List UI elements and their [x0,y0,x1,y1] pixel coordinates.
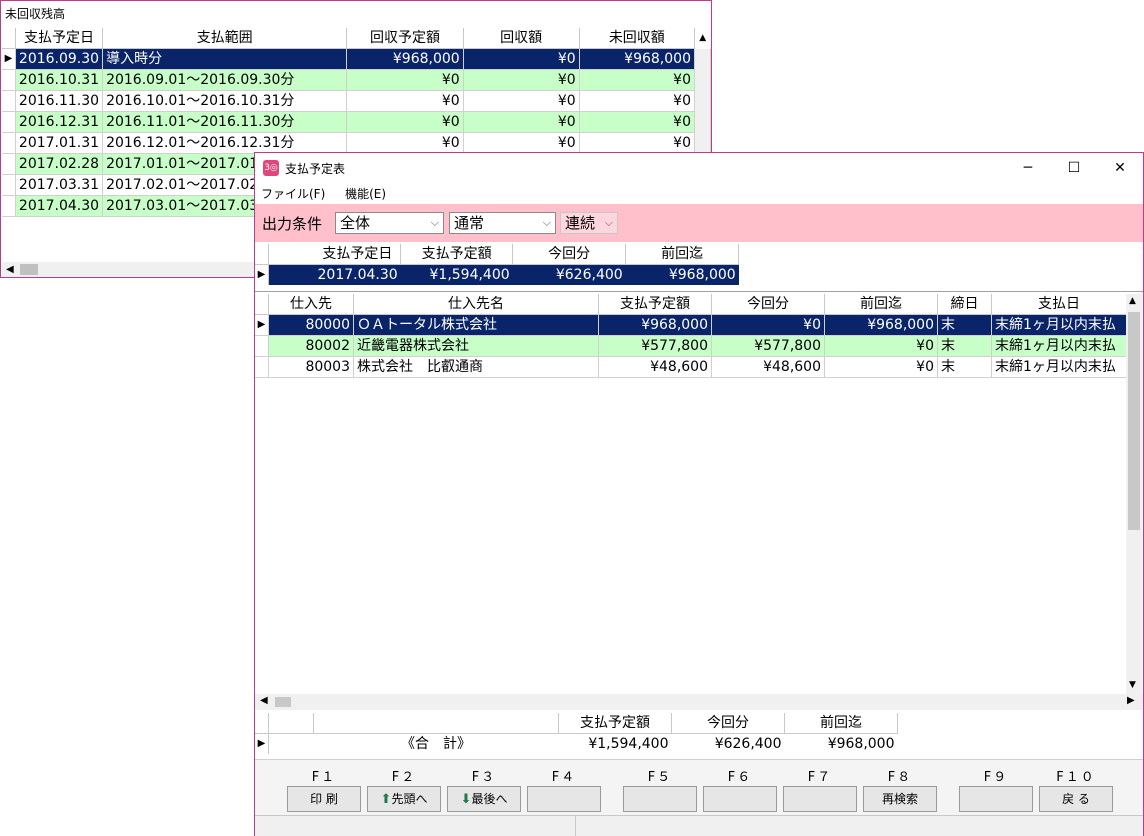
summary-grid: 支払予定日 支払予定額 今回分 前回迄 ▶ 2017.04.30 ¥1,594,… [255,244,740,285]
col-header: 支払予定額 [400,244,514,265]
col-header[interactable]: 締日 [937,294,992,315]
col-header: 今回分 [671,713,785,734]
scroll-thumb[interactable] [20,264,38,275]
payment-schedule-window: 3◎ 支払予定表 ─ ☐ ✕ ファイル(F) 機能(E) 出力条件 全体 ⌵ 通常… [254,152,1144,836]
chevron-down-icon: ⌵ [604,216,613,229]
function-key-bar: F１ 印 刷 F２ ⬆先頭へ F３ ⬇最後へ F４ F５ F６ F７ F８ 再検… [255,759,1143,816]
chevron-down-icon: ⌵ [542,216,551,229]
divider [255,291,1143,292]
grid-header: 支払予定日 支払範囲 回収予定額 回収額 未回収額 ▲ [2,28,711,49]
table-row[interactable]: 80002 近畿電器株式会社 ¥577,800 ¥577,800 ¥0 末 末締… [255,335,1127,357]
table-row[interactable]: ▶ 2016.09.30 導入時分 ¥968,000 ¥0 ¥968,000 [2,48,712,217]
arrow-up-icon: ⬆ [380,792,392,807]
scope-select[interactable]: 全体 ⌵ [335,212,444,234]
research-button[interactable]: 再検索 [863,786,937,812]
print-button[interactable]: 印 刷 [287,786,361,812]
col-header: 前回迄 [625,244,740,265]
table-row[interactable]: 80003 株式会社 比叡通商 ¥48,600 ¥48,600 ¥0 末 末締1… [255,356,1127,378]
row-pointer-icon: ▶ [255,733,269,754]
condition-label: 出力条件 [262,215,323,233]
col-header: 前回迄 [784,713,898,734]
table-row[interactable]: ▶ 80000 ＯＡトータル株式会社 ¥968,000 ¥0 ¥968,000 … [255,314,1127,336]
scroll-left-icon[interactable]: ◀ [6,262,14,277]
f5-button[interactable] [623,786,697,812]
supplier-payment-grid: 仕入先 仕入先名 支払予定額 今回分 前回迄 締日 支払日 ▶ 80000 ＯＡ… [255,294,1127,378]
col-header[interactable]: 仕入先 [268,294,354,315]
col-header[interactable]: 未回収額 [579,28,695,49]
scroll-thumb[interactable] [1128,312,1140,530]
last-button[interactable]: ⬇最後へ [447,786,521,812]
totals-grid: 支払予定額 今回分 前回迄 ▶ 《合 計》 ¥1,594,400 ¥626,40… [255,713,898,754]
continuous-select[interactable]: 連続 ⌵ [560,212,618,234]
vertical-scrollbar[interactable]: ▲ ▼ [1126,294,1142,694]
col-header[interactable]: 回収予定額 [346,28,464,49]
window-title: 支払予定表 [285,162,346,176]
status-bar [255,815,1143,836]
col-header[interactable]: 前回迄 [824,294,938,315]
minimize-button[interactable]: ─ [1005,153,1051,183]
scroll-right-icon[interactable]: ▶ [1127,695,1135,706]
window-title: 未回収残高 [5,7,66,21]
arrow-down-icon: ⬇ [460,792,472,807]
first-button[interactable]: ⬆先頭へ [367,786,441,812]
table-row[interactable]: 2016.12.31 2016.11.01～2016.11.30分 ¥0 ¥0 … [2,111,711,133]
col-header[interactable]: 回収額 [463,28,580,49]
col-header[interactable]: 今回分 [711,294,825,315]
col-header[interactable]: 支払範囲 [102,28,348,49]
table-row[interactable]: 2017.01.31 2016.12.01～2016.12.31分 ¥0 ¥0 … [2,132,711,154]
close-button[interactable]: ✕ [1097,153,1143,183]
col-header: 支払予定額 [558,713,672,734]
back-button[interactable]: 戻 る [1039,786,1113,812]
col-header[interactable]: 仕入先名 [353,294,599,315]
menu-bar: ファイル(F) 機能(E) [255,184,1143,204]
scroll-up-button[interactable]: ▲ [694,28,711,49]
scroll-down-icon[interactable]: ▼ [1129,680,1136,690]
maximize-button[interactable]: ☐ [1051,153,1097,183]
col-header: 今回分 [512,244,627,265]
menu-file[interactable]: ファイル(F) [261,187,325,201]
row-pointer-icon: ▶ [255,314,269,336]
col-header[interactable]: 支払日 [991,294,1127,315]
f9-button[interactable] [959,786,1033,812]
row-pointer-icon: ▶ [255,264,269,285]
horizontal-scrollbar[interactable]: ◀ ▶ [255,694,1143,710]
totals-label: 《合 計》 [401,736,471,752]
f4-button[interactable] [527,786,601,812]
scroll-up-icon[interactable]: ▲ [1129,296,1136,306]
title-bar[interactable]: 3◎ 支払予定表 ─ ☐ ✕ [255,153,1143,183]
col-header[interactable]: 支払予定日 [15,28,104,49]
grid-header: 仕入先 仕入先名 支払予定額 今回分 前回迄 締日 支払日 [255,294,1127,315]
table-row[interactable]: 2016.11.30 2016.10.01～2016.10.31分 ¥0 ¥0 … [2,90,711,112]
f7-button[interactable] [783,786,857,812]
menu-function[interactable]: 機能(E) [345,187,386,201]
table-row[interactable]: 2016.10.31 2016.09.01～2016.09.30分 ¥0 ¥0 … [2,69,711,91]
output-condition-bar: 出力条件 全体 ⌵ 通常 ⌵ 連続 ⌵ [255,204,1143,242]
row-pointer-icon: ▶ [2,48,16,70]
summary-row[interactable]: ▶ 2017.04.30 ¥1,594,400 ¥626,400 ¥968,00… [255,264,739,285]
chevron-down-icon: ⌵ [430,216,439,229]
type-select[interactable]: 通常 ⌵ [449,212,556,234]
scroll-left-icon[interactable]: ◀ [260,695,268,706]
scroll-thumb[interactable] [275,697,291,707]
col-header[interactable]: 支払予定額 [598,294,712,315]
f6-button[interactable] [703,786,777,812]
app-icon: 3◎ [263,160,279,176]
totals-row[interactable]: ▶ 《合 計》 ¥1,594,400 ¥626,400 ¥968,000 [255,733,898,754]
col-header: 支払予定日 [314,244,402,265]
